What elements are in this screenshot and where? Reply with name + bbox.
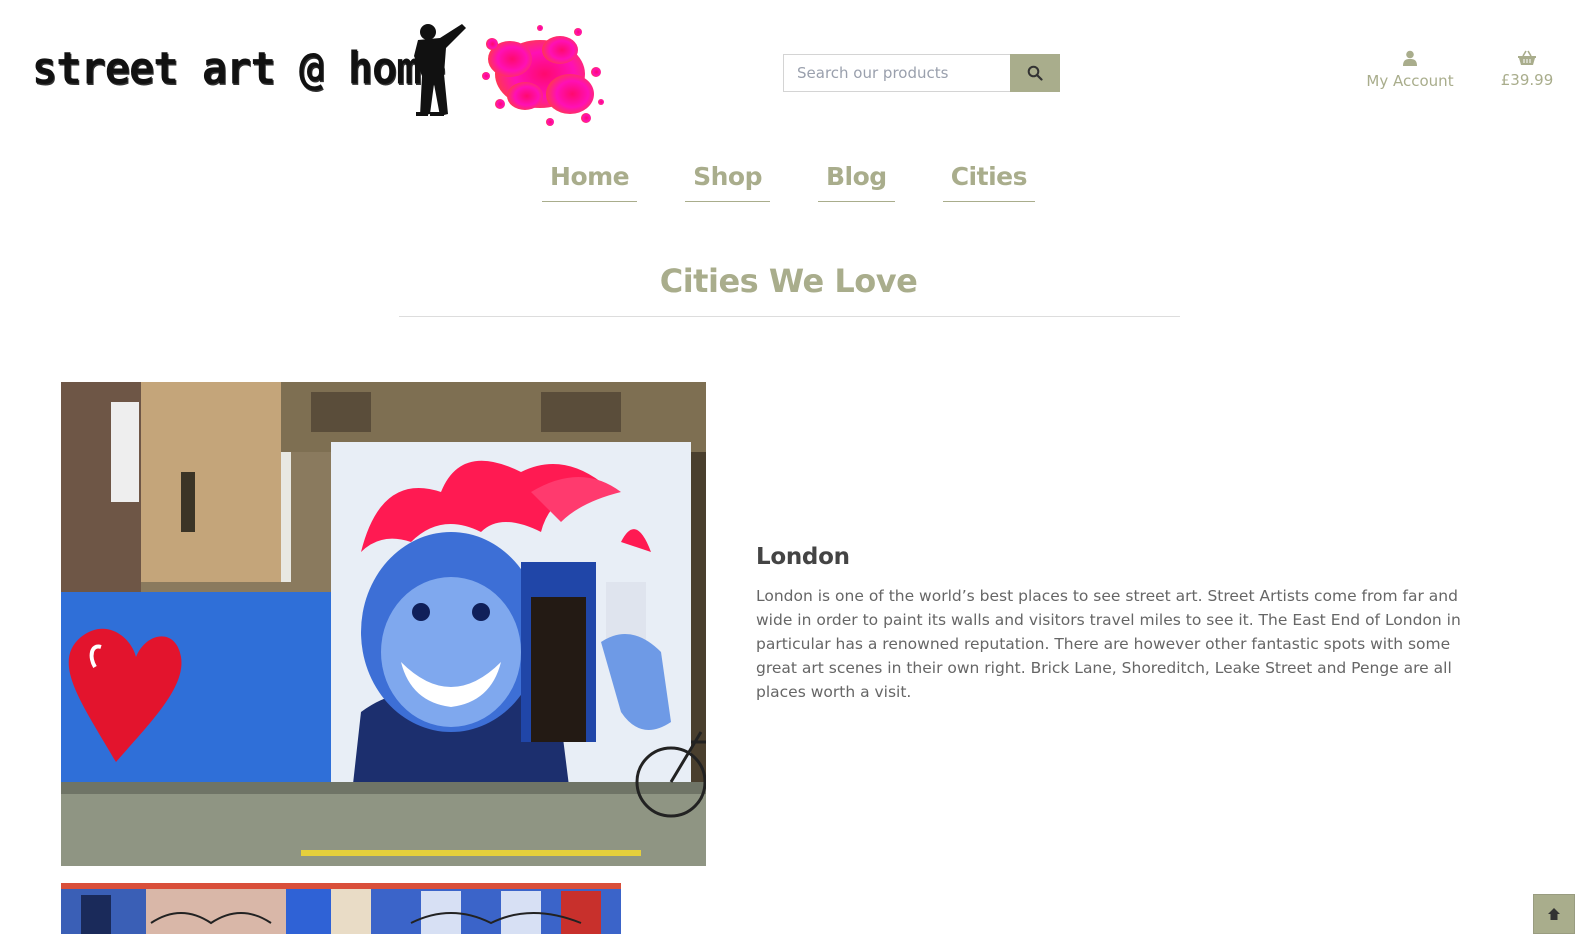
- logo-artist-splash-icon: [414, 24, 604, 126]
- logo-text: street art @ home: [32, 42, 446, 95]
- london-street-art-image: [61, 382, 706, 866]
- user-icon: [1403, 50, 1417, 66]
- back-to-top-button[interactable]: [1533, 894, 1575, 934]
- site-logo[interactable]: street art @ home: [30, 14, 610, 136]
- cart-link[interactable]: £39.99: [1494, 50, 1560, 89]
- search-input[interactable]: [783, 54, 1010, 92]
- street-mural-image: [61, 883, 621, 934]
- page-title: Cities We Love: [659, 262, 918, 300]
- cart-total: £39.99: [1500, 71, 1554, 89]
- nav-item-shop[interactable]: Shop: [685, 160, 770, 202]
- my-account-label: My Account: [1366, 72, 1454, 90]
- title-divider: [399, 316, 1180, 317]
- nav-item-blog[interactable]: Blog: [818, 160, 895, 202]
- city-name: London: [756, 544, 850, 570]
- arrow-up-icon: [1548, 908, 1560, 920]
- search-icon: [1027, 65, 1043, 81]
- search-button[interactable]: [1010, 54, 1060, 92]
- city-description: London is one of the world’s best places…: [756, 587, 1461, 701]
- main-nav: Home Shop Blog Cities: [0, 160, 1577, 202]
- basket-icon: [1518, 50, 1536, 65]
- nav-item-cities[interactable]: Cities: [942, 160, 1035, 202]
- my-account-link[interactable]: My Account: [1360, 50, 1460, 90]
- search-bar: [783, 54, 1060, 92]
- nav-item-home[interactable]: Home: [542, 160, 638, 202]
